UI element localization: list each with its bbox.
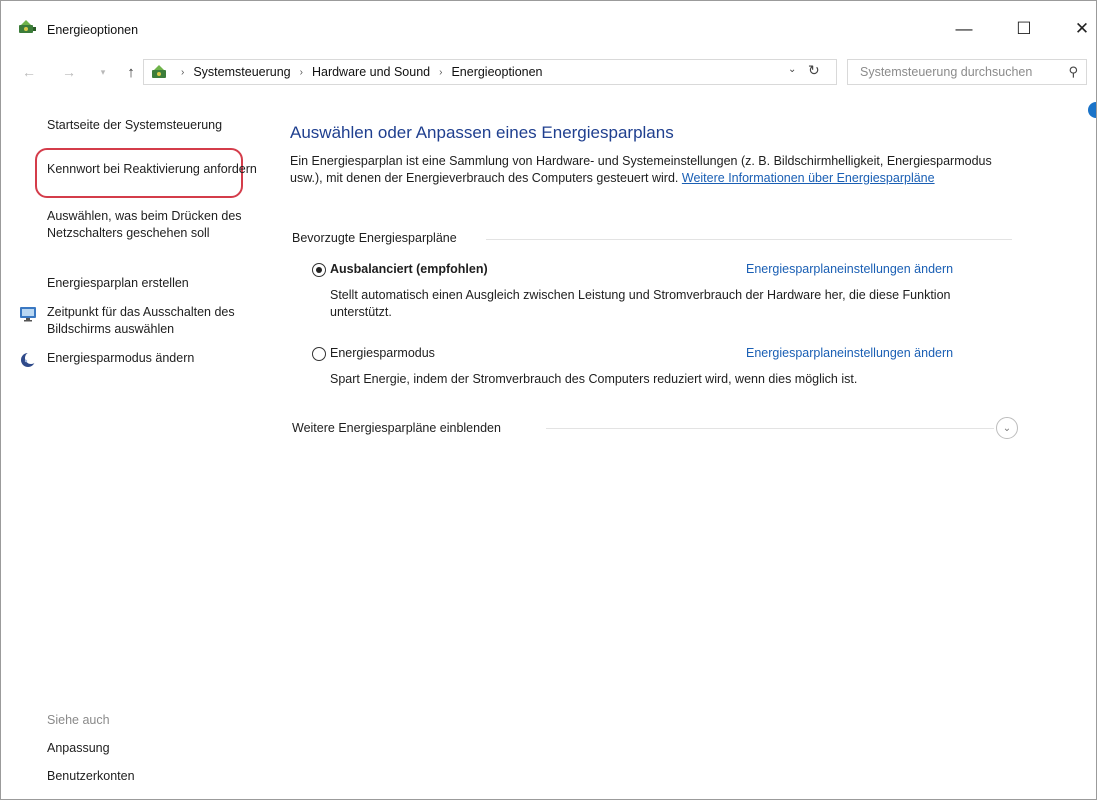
sidebar-item-energiesparmodus-aendern[interactable]: Energiesparmodus ändern (47, 350, 262, 367)
more-info-link[interactable]: Weitere Informationen über Energiesparpl… (682, 171, 935, 185)
navigation-bar: ← → ▾ ↑ › Systemsteuerung › Hardware und… (1, 55, 1096, 89)
up-button[interactable]: ↑ (121, 63, 141, 81)
maximize-icon: ☐ (1016, 19, 1032, 38)
arrow-left-icon: ← (22, 64, 36, 80)
minimize-icon: — (955, 19, 973, 38)
sidebar-item-netzschalter[interactable]: Auswählen, was beim Drücken des Netzscha… (47, 208, 262, 242)
window-title: Energieoptionen (47, 23, 139, 37)
expand-button[interactable]: ⌄ (996, 417, 1018, 439)
breadcrumb-systemsteuerung[interactable]: Systemsteuerung (193, 65, 290, 79)
sidebar-item-bildschirm-ausschalten[interactable]: Zeitpunkt für das Ausschalten des Bildsc… (47, 304, 262, 338)
breadcrumb-separator: › (439, 66, 443, 78)
divider (486, 239, 1012, 240)
see-also-benutzerkonten[interactable]: Benutzerkonten (47, 769, 135, 783)
address-bar[interactable]: › Systemsteuerung › Hardware und Sound ›… (143, 59, 837, 85)
minimize-button[interactable]: — (941, 13, 987, 45)
sidebar-item-startseite[interactable]: Startseite der Systemsteuerung (47, 117, 262, 134)
forward-button[interactable]: → (59, 63, 79, 81)
breadcrumb-separator: › (299, 66, 303, 78)
breadcrumb-energieoptionen[interactable]: Energieoptionen (451, 65, 542, 79)
plan-settings-link[interactable]: Energiesparplaneinstellungen ändern (746, 262, 953, 276)
preferred-plans-heading: Bevorzugte Energiesparpläne (292, 231, 457, 245)
power-options-icon (19, 20, 36, 33)
address-dropdown-icon[interactable]: ⌄ (788, 64, 796, 75)
plan-radio-energiesparmodus[interactable] (312, 347, 326, 361)
arrow-up-icon: ↑ (127, 63, 135, 81)
close-button[interactable]: ✕ (1059, 13, 1096, 45)
arrow-right-icon: → (62, 64, 76, 80)
recent-locations-button[interactable]: ▾ (93, 63, 113, 81)
sidebar-item-kennwort-bei-reaktivierung[interactable]: Kennwort bei Reaktivierung anfordern (47, 161, 262, 178)
monitor-icon (20, 307, 36, 322)
plan-description: Stellt automatisch einen Ausgleich zwisc… (330, 288, 951, 319)
energieoptionen-window: Energieoptionen — ☐ ✕ ← → ▾ ↑ › Systemst… (0, 0, 1097, 800)
search-icon[interactable]: ⚲ (1068, 64, 1078, 80)
plan-radio-ausbalanciert[interactable] (312, 263, 326, 277)
divider (546, 428, 994, 429)
plan-settings-link[interactable]: Energiesparplaneinstellungen ändern (746, 346, 953, 360)
plan-description: Spart Energie, indem der Stromverbrauch … (330, 372, 858, 386)
search-input[interactable]: Systemsteuerung durchsuchen ⚲ (847, 59, 1087, 85)
moon-icon (21, 352, 37, 367)
title-bar: Energieoptionen — ☐ ✕ (1, 1, 1096, 45)
see-also-heading: Siehe auch (47, 713, 110, 727)
control-panel-icon (152, 65, 166, 78)
search-placeholder: Systemsteuerung durchsuchen (860, 65, 1033, 79)
plan-name[interactable]: Energiesparmodus (330, 346, 435, 360)
refresh-icon[interactable]: ↻ (808, 62, 820, 79)
more-plans-label[interactable]: Weitere Energiesparpläne einblenden (292, 421, 501, 435)
chevron-down-icon: ▾ (100, 66, 106, 77)
maximize-button[interactable]: ☐ (1001, 13, 1047, 45)
back-button[interactable]: ← (19, 63, 39, 81)
help-icon[interactable] (1088, 102, 1096, 118)
left-task-pane: Startseite der Systemsteuerung Kennwort … (1, 101, 271, 799)
intro-paragraph: Ein Energiesparplan ist eine Sammlung vo… (290, 153, 1010, 187)
see-also-anpassung[interactable]: Anpassung (47, 741, 110, 755)
close-icon: ✕ (1074, 19, 1090, 38)
page-title: Auswählen oder Anpassen eines Energiespa… (290, 123, 674, 142)
sidebar-item-energiesparplan-erstellen[interactable]: Energiesparplan erstellen (47, 275, 262, 292)
chevron-down-icon: ⌄ (1002, 422, 1012, 434)
plan-name[interactable]: Ausbalanciert (empfohlen) (330, 262, 488, 276)
breadcrumb-separator: › (181, 66, 185, 78)
breadcrumb-hardware-und-sound[interactable]: Hardware und Sound (312, 65, 430, 79)
